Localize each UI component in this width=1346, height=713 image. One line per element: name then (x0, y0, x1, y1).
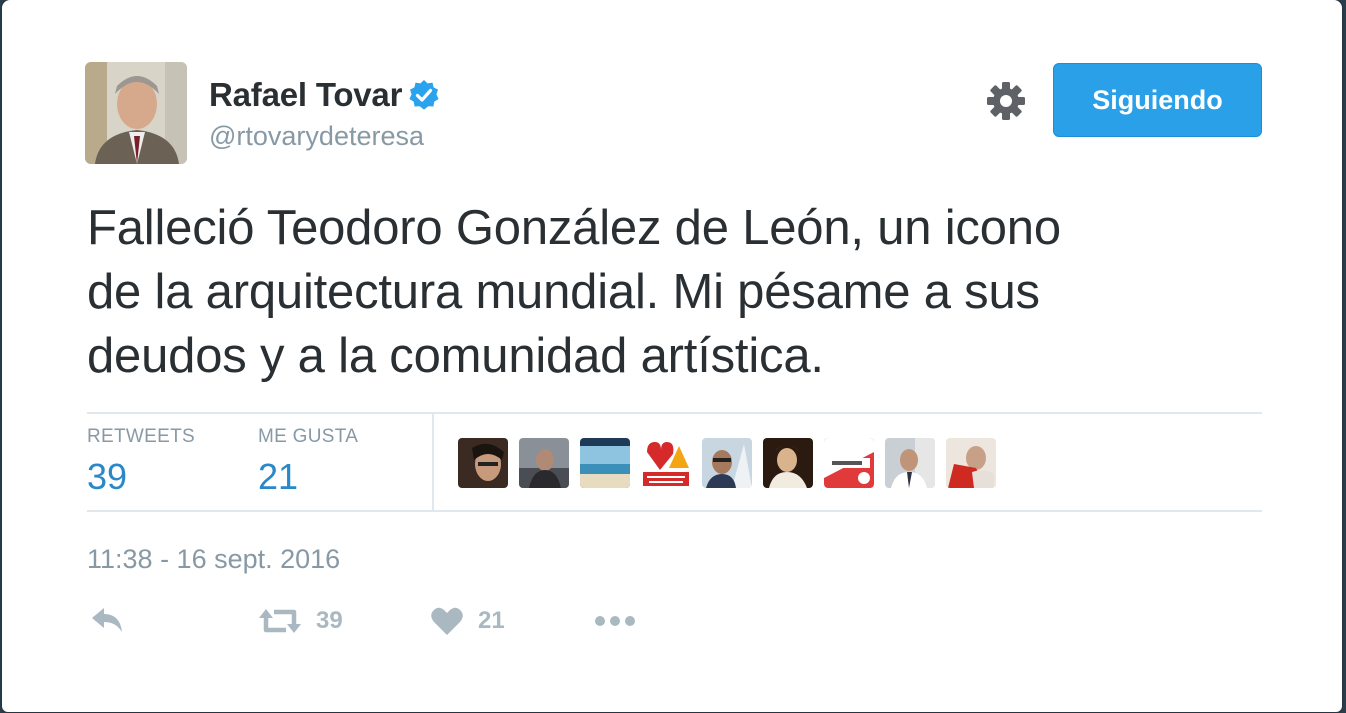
verified-badge-icon (409, 80, 439, 110)
retweets-value: 39 (87, 456, 128, 497)
liker-avatar[interactable] (946, 438, 996, 488)
likes-stat[interactable]: ME GUSTA 21 (258, 426, 358, 498)
liker-avatar[interactable] (824, 438, 874, 488)
liker-avatar[interactable] (702, 438, 752, 488)
heart-icon (431, 607, 463, 635)
tweet-text-line: Falleció Teodoro González de León, un ic… (87, 201, 1061, 255)
author-name[interactable]: Rafael Tovar (209, 76, 402, 114)
reply-button[interactable] (90, 606, 126, 636)
retweet-button[interactable]: 39 (258, 606, 343, 636)
liker-avatar[interactable] (458, 438, 508, 488)
stats-top-divider (87, 412, 1262, 414)
liker-avatar[interactable] (763, 438, 813, 488)
liker-avatar[interactable] (885, 438, 935, 488)
tweet-text-line: de la arquitectura mundial. Mi pésame a … (87, 265, 1040, 319)
retweet-count: 39 (316, 607, 343, 634)
more-button[interactable] (593, 606, 637, 636)
like-count: 21 (478, 607, 505, 634)
like-button[interactable]: 21 (430, 606, 505, 636)
tweet-text-line: deudos y a la comunidad artística. (87, 329, 824, 383)
liker-avatar[interactable] (580, 438, 630, 488)
stats-vertical-divider (432, 414, 434, 511)
likes-label: ME GUSTA (258, 426, 359, 447)
retweets-label: RETWEETS (87, 426, 195, 447)
author-handle[interactable]: @rtovarydeteresa (209, 121, 424, 152)
gear-icon[interactable] (985, 80, 1027, 122)
liker-avatar[interactable] (641, 438, 691, 488)
likes-value: 21 (258, 456, 299, 497)
tweet-card: Rafael Tovar @rtovarydeteresa Siguiendo … (2, 0, 1342, 712)
author-name-row[interactable]: Rafael Tovar (209, 76, 440, 114)
retweet-icon (259, 609, 301, 633)
following-button[interactable]: Siguiendo (1053, 63, 1262, 137)
stats-bottom-divider (87, 510, 1262, 512)
reply-icon (92, 608, 122, 632)
retweets-stat[interactable]: RETWEETS 39 (87, 426, 195, 498)
tweet-text: Falleció Teodoro González de León, un ic… (87, 196, 1267, 388)
profile-avatar[interactable] (85, 62, 187, 164)
liker-avatars (458, 438, 1007, 488)
more-dots-icon (595, 616, 635, 626)
liker-avatar[interactable] (519, 438, 569, 488)
tweet-timestamp[interactable]: 11:38 - 16 sept. 2016 (87, 544, 340, 575)
